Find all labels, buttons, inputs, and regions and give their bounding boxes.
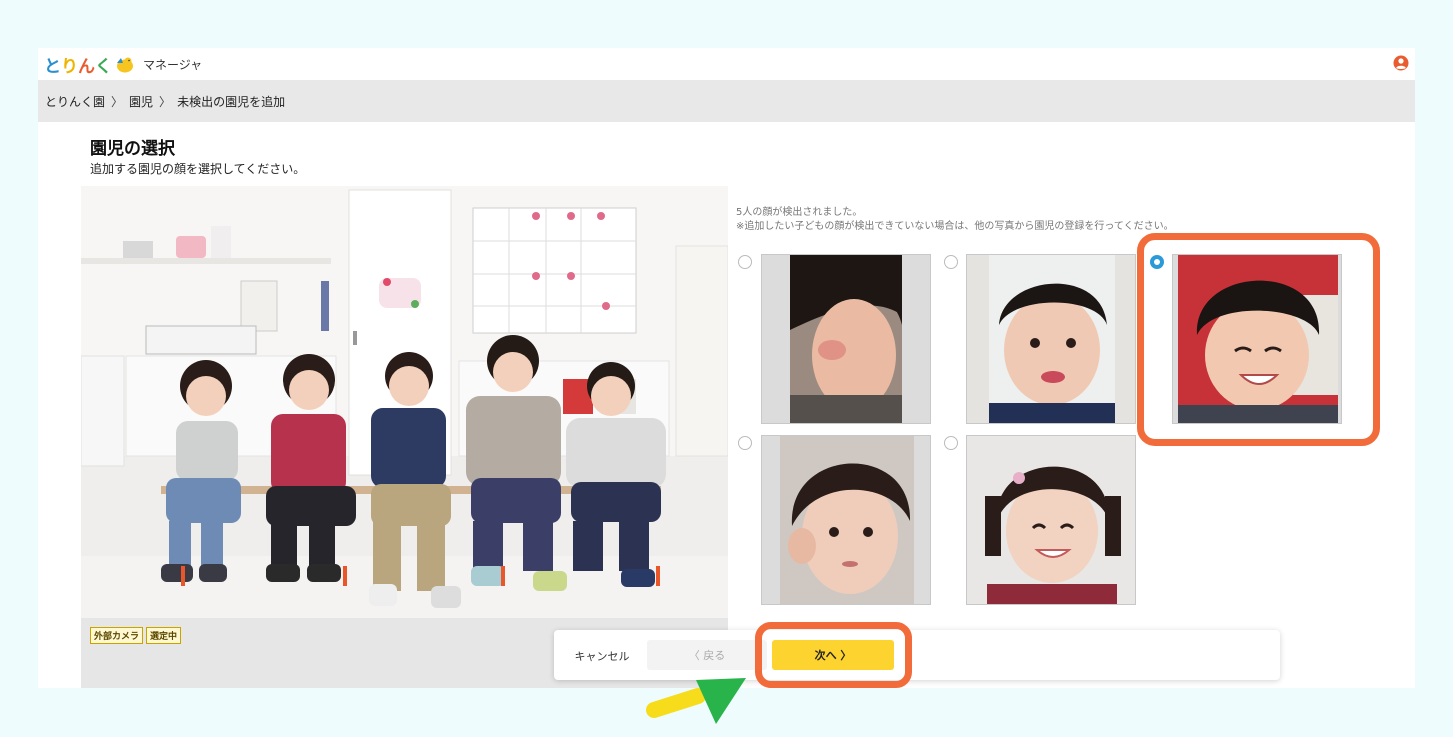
breadcrumb-separator: 〉 xyxy=(159,94,172,109)
page-subtitle: 追加する園児の顔を選択してください。 xyxy=(90,162,306,176)
pointer-cursor-icon xyxy=(646,678,746,724)
detection-count: 5人の顔が検出されました。 xyxy=(736,207,863,218)
face-radio-1[interactable] xyxy=(738,255,752,269)
face-radio-2[interactable] xyxy=(944,255,958,269)
logo-wordmark: とりんく xyxy=(44,56,112,77)
face-image-5 xyxy=(967,436,1135,604)
breadcrumb-item-school[interactable]: とりんく園 xyxy=(45,93,105,110)
selected-face-highlight xyxy=(1137,233,1380,446)
group-photo-panel: 外部カメラ 選定中 xyxy=(81,186,728,688)
next-button-highlight xyxy=(755,622,912,688)
tag-selecting: 選定中 xyxy=(146,627,182,644)
face-radio-4[interactable] xyxy=(738,436,752,450)
app-window: とりんく マネージャ とりんく園 〉 園児 〉 未検出の園児を追加 園児の選択 … xyxy=(38,48,1415,688)
face-thumbnail-1[interactable] xyxy=(761,254,931,424)
breadcrumb: とりんく園 〉 園児 〉 未検出の園児を追加 xyxy=(38,80,1415,122)
face-thumbnail-2[interactable] xyxy=(966,254,1136,424)
face-image-2 xyxy=(967,255,1135,423)
app-logo[interactable]: とりんく マネージャ xyxy=(44,53,203,77)
breadcrumb-item-current: 未検出の園児を追加 xyxy=(177,94,286,109)
user-circle-icon[interactable] xyxy=(1393,55,1409,71)
face-image-1 xyxy=(762,255,930,423)
cancel-button[interactable]: キャンセル xyxy=(562,642,642,670)
breadcrumb-separator: 〉 xyxy=(111,94,124,109)
page-title: 園児の選択 xyxy=(90,139,175,159)
tag-external-camera: 外部カメラ xyxy=(90,627,144,644)
face-image-4 xyxy=(762,436,930,604)
group-photo xyxy=(81,186,728,618)
photo-tags: 外部カメラ 選定中 xyxy=(90,627,182,644)
detection-info: 5人の顔が検出されました。 ※追加したい子どもの顔が検出できていない場合は、他の… xyxy=(736,206,1174,234)
face-radio-5[interactable] xyxy=(944,436,958,450)
bird-logo-icon xyxy=(117,57,133,73)
back-button[interactable]: 〈 戻る xyxy=(647,640,767,670)
detection-note: ※追加したい子どもの顔が検出できていない場合は、他の写真から園児の登録を行ってく… xyxy=(736,221,1174,232)
breadcrumb-item-children[interactable]: 園児 xyxy=(129,93,153,110)
app-subtitle: マネージャ xyxy=(143,57,203,72)
face-thumbnail-5[interactable] xyxy=(966,435,1136,605)
app-header: とりんく マネージャ xyxy=(38,48,1415,80)
face-thumbnail-4[interactable] xyxy=(761,435,931,605)
